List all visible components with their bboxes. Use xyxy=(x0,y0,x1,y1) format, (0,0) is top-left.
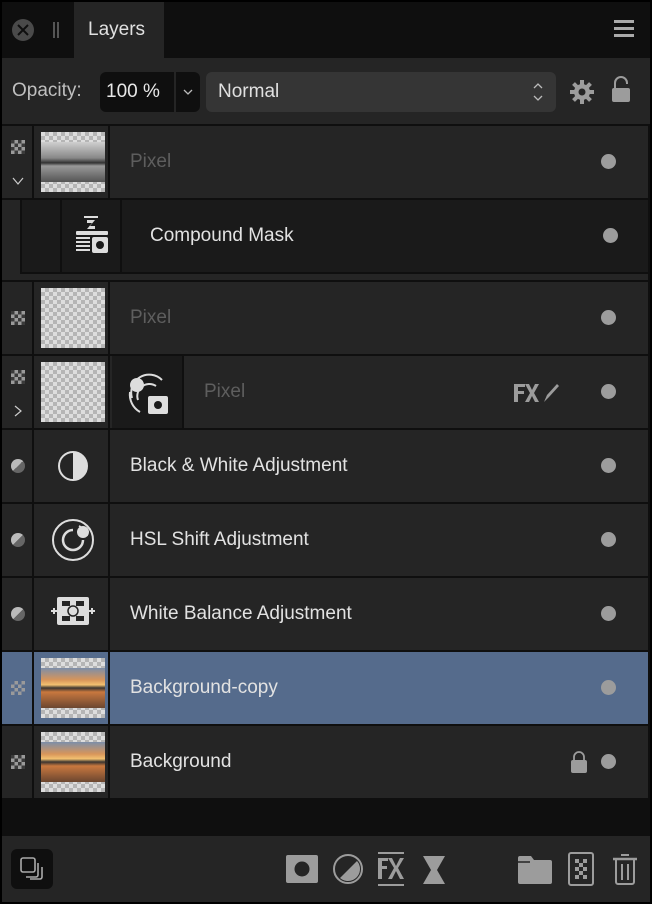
black-white-icon xyxy=(58,451,88,481)
mask-icon[interactable] xyxy=(286,854,318,884)
visibility-toggle[interactable] xyxy=(601,532,616,547)
fx-icon[interactable] xyxy=(378,852,404,886)
layer-row[interactable]: Black & White Adjustment xyxy=(2,430,648,502)
adjustment-layer-type-icon xyxy=(11,533,25,547)
hourglass-filter-icon[interactable] xyxy=(423,856,445,884)
blend-mode-value: Normal xyxy=(218,81,280,102)
lock-icon[interactable] xyxy=(611,76,631,104)
white-balance-icon xyxy=(51,597,95,625)
close-panel-button[interactable] xyxy=(12,19,34,41)
layer-row[interactable]: Compound Mask xyxy=(20,200,648,272)
layer-name: Pixel xyxy=(204,381,246,402)
layer-row[interactable]: Pixel xyxy=(2,282,648,354)
visibility-toggle[interactable] xyxy=(601,310,616,325)
layer-options-bar: Opacity: 100 % Normal xyxy=(2,58,650,124)
opacity-input[interactable]: 100 % xyxy=(100,72,174,112)
layer-thumbnail xyxy=(41,288,105,348)
layers-icon xyxy=(20,857,43,880)
adjustment-layer-type-icon xyxy=(11,607,25,621)
layer-name: White Balance Adjustment xyxy=(130,603,352,624)
layer-name: Pixel xyxy=(130,307,172,328)
layer-thumbnail xyxy=(41,732,105,792)
layer-thumbnail xyxy=(41,658,105,718)
pixel-layer-type-icon xyxy=(11,681,25,695)
layer-name: Pixel xyxy=(130,151,172,172)
layer-children-group: Compound Mask xyxy=(2,200,648,280)
layer-mask-thumbnail[interactable] xyxy=(112,356,184,428)
layers-list: Pixel Compound Mask Pixel Pixel Black & … xyxy=(2,126,650,798)
pixel-layer-type-icon xyxy=(11,755,25,769)
visibility-toggle[interactable] xyxy=(601,680,616,695)
chevron-right-icon[interactable] xyxy=(11,404,25,418)
lock-icon[interactable] xyxy=(570,750,588,774)
chevron-down-icon[interactable] xyxy=(11,174,25,188)
layer-row[interactable]: HSL Shift Adjustment xyxy=(2,504,648,576)
visibility-toggle[interactable] xyxy=(601,458,616,473)
blend-mode-select[interactable]: Normal xyxy=(206,72,556,112)
layers-panel: Layers Opacity: 100 % Normal Pixel Compo… xyxy=(2,2,650,902)
layer-row[interactable]: Background xyxy=(2,726,648,798)
layer-row[interactable]: Pixel xyxy=(2,356,648,428)
layer-name: Background xyxy=(130,751,232,772)
pixel-layer-type-icon xyxy=(11,311,25,325)
layer-row-selected[interactable]: Background-copy xyxy=(2,652,648,724)
brush-icon xyxy=(544,384,559,402)
fx-icon xyxy=(514,384,559,402)
visibility-toggle[interactable] xyxy=(603,228,618,243)
layer-thumbnail xyxy=(41,362,105,422)
layer-name: Compound Mask xyxy=(150,225,294,246)
layer-row[interactable]: Pixel xyxy=(2,126,648,198)
trash-icon[interactable] xyxy=(612,852,638,886)
bottom-toolbar xyxy=(2,836,650,902)
hsl-mask-icon xyxy=(128,373,168,414)
layer-name: HSL Shift Adjustment xyxy=(130,529,309,550)
up-down-chevron-icon xyxy=(533,83,543,101)
layer-stack-button[interactable] xyxy=(11,849,53,889)
layer-name: Background-copy xyxy=(130,677,278,698)
hamburger-menu-icon xyxy=(614,20,634,23)
grip-icon[interactable] xyxy=(52,22,60,38)
tab-layers[interactable]: Layers xyxy=(74,2,164,58)
visibility-toggle[interactable] xyxy=(601,754,616,769)
opacity-dropdown-button[interactable] xyxy=(176,72,200,112)
panel-menu-button[interactable] xyxy=(614,18,636,40)
visibility-toggle[interactable] xyxy=(601,154,616,169)
visibility-toggle[interactable] xyxy=(601,606,616,621)
gear-icon[interactable] xyxy=(570,80,594,104)
opacity-label: Opacity: xyxy=(12,80,82,101)
visibility-toggle[interactable] xyxy=(601,384,616,399)
adjustment-layer-type-icon xyxy=(11,459,25,473)
compound-mask-icon xyxy=(76,216,108,253)
close-icon xyxy=(17,24,29,36)
layer-thumbnail xyxy=(41,132,105,192)
adjustment-icon[interactable] xyxy=(332,853,364,885)
pixel-layer-type-icon xyxy=(11,140,25,154)
pixel-layer-type-icon xyxy=(11,370,25,384)
layer-row[interactable]: White Balance Adjustment xyxy=(2,578,648,650)
chevron-down-icon xyxy=(183,89,193,95)
pixel-layer-icon[interactable] xyxy=(568,852,594,886)
folder-icon[interactable] xyxy=(518,854,552,884)
hsl-icon xyxy=(52,519,94,561)
panel-tab-bar: Layers xyxy=(2,2,650,58)
layer-name: Black & White Adjustment xyxy=(130,455,348,476)
